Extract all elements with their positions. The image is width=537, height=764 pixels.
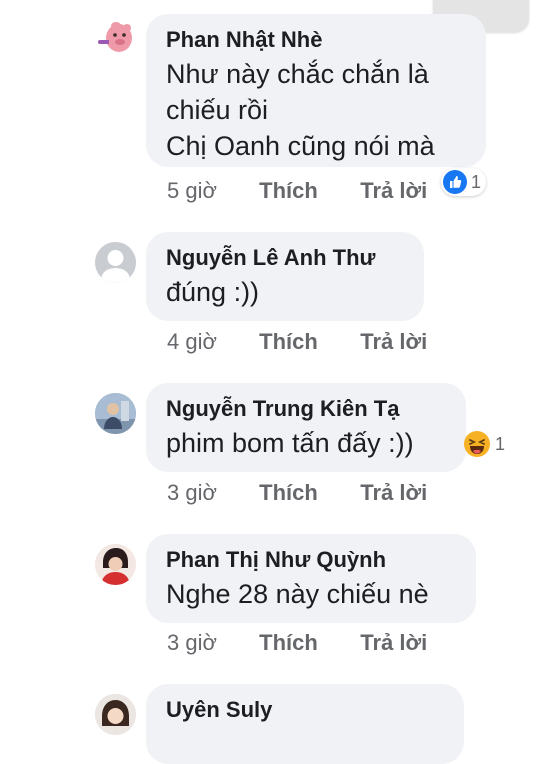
comment-actions: 5 giờ Thích Trả lời [167,178,427,204]
commenter-name[interactable]: Phan Thị Như Quỳnh [166,546,456,574]
photo-avatar-icon [95,694,136,735]
comment-timestamp[interactable]: 4 giờ [167,329,253,355]
like-button[interactable]: Thích [259,630,354,656]
comment-timestamp[interactable]: 3 giờ [167,480,253,506]
photo-avatar-icon [95,544,136,585]
comment-actions: 3 giờ Thích Trả lời [167,480,427,506]
reaction-count: 1 [471,171,482,192]
avatar[interactable] [95,393,136,434]
reaction-count: 1 [495,433,506,454]
comment-bubble: Nguyễn Lê Anh Thư đúng :)) [146,232,424,321]
comment-bubble: Phan Nhật Nhè Như này chắc chắn là chiếu… [146,14,486,167]
commenter-name[interactable]: Nguyễn Trung Kiên Tạ [166,395,446,423]
like-button[interactable]: Thích [259,480,354,506]
commenter-name[interactable]: Nguyễn Lê Anh Thư [166,244,404,272]
reply-button[interactable]: Trả lời [360,630,427,656]
avatar[interactable] [95,242,136,283]
comment-text: đúng :)) [166,277,260,307]
default-avatar-icon [95,242,136,283]
comment-text: Nghe 28 này chiếu nè [166,579,429,609]
photo-avatar-icon [95,393,136,434]
avatar[interactable] [95,544,136,585]
like-button[interactable]: Thích [259,178,354,204]
avatar[interactable] [95,694,136,735]
reaction-badge[interactable]: 1 [461,428,510,460]
reply-button[interactable]: Trả lời [360,178,427,204]
pig-sticker-icon [98,22,132,52]
comment-actions: 3 giờ Thích Trả lời [167,630,427,656]
avatar[interactable] [95,18,136,59]
comment-bubble: Phan Thị Như Quỳnh Nghe 28 này chiếu nè [146,534,476,623]
comment-actions: 4 giờ Thích Trả lời [167,329,427,355]
comment-timestamp[interactable]: 5 giờ [167,178,253,204]
haha-icon [464,431,490,457]
comment-bubble: Uyên Suly [146,684,464,764]
like-button[interactable]: Thích [259,329,354,355]
reply-button[interactable]: Trả lời [360,329,427,355]
reaction-badge[interactable]: 1 [441,168,487,196]
comment-text: phim bom tấn đấy :)) [166,428,414,458]
like-icon [443,170,467,194]
commenter-name[interactable]: Phan Nhật Nhè [166,26,466,54]
comment-text: Như này chắc chắn là chiếu rồi Chị Oanh … [166,59,435,161]
comment-timestamp[interactable]: 3 giờ [167,630,253,656]
commenter-name[interactable]: Uyên Suly [166,696,444,724]
reply-button[interactable]: Trả lời [360,480,427,506]
comment-bubble: Nguyễn Trung Kiên Tạ phim bom tấn đấy :)… [146,383,466,472]
